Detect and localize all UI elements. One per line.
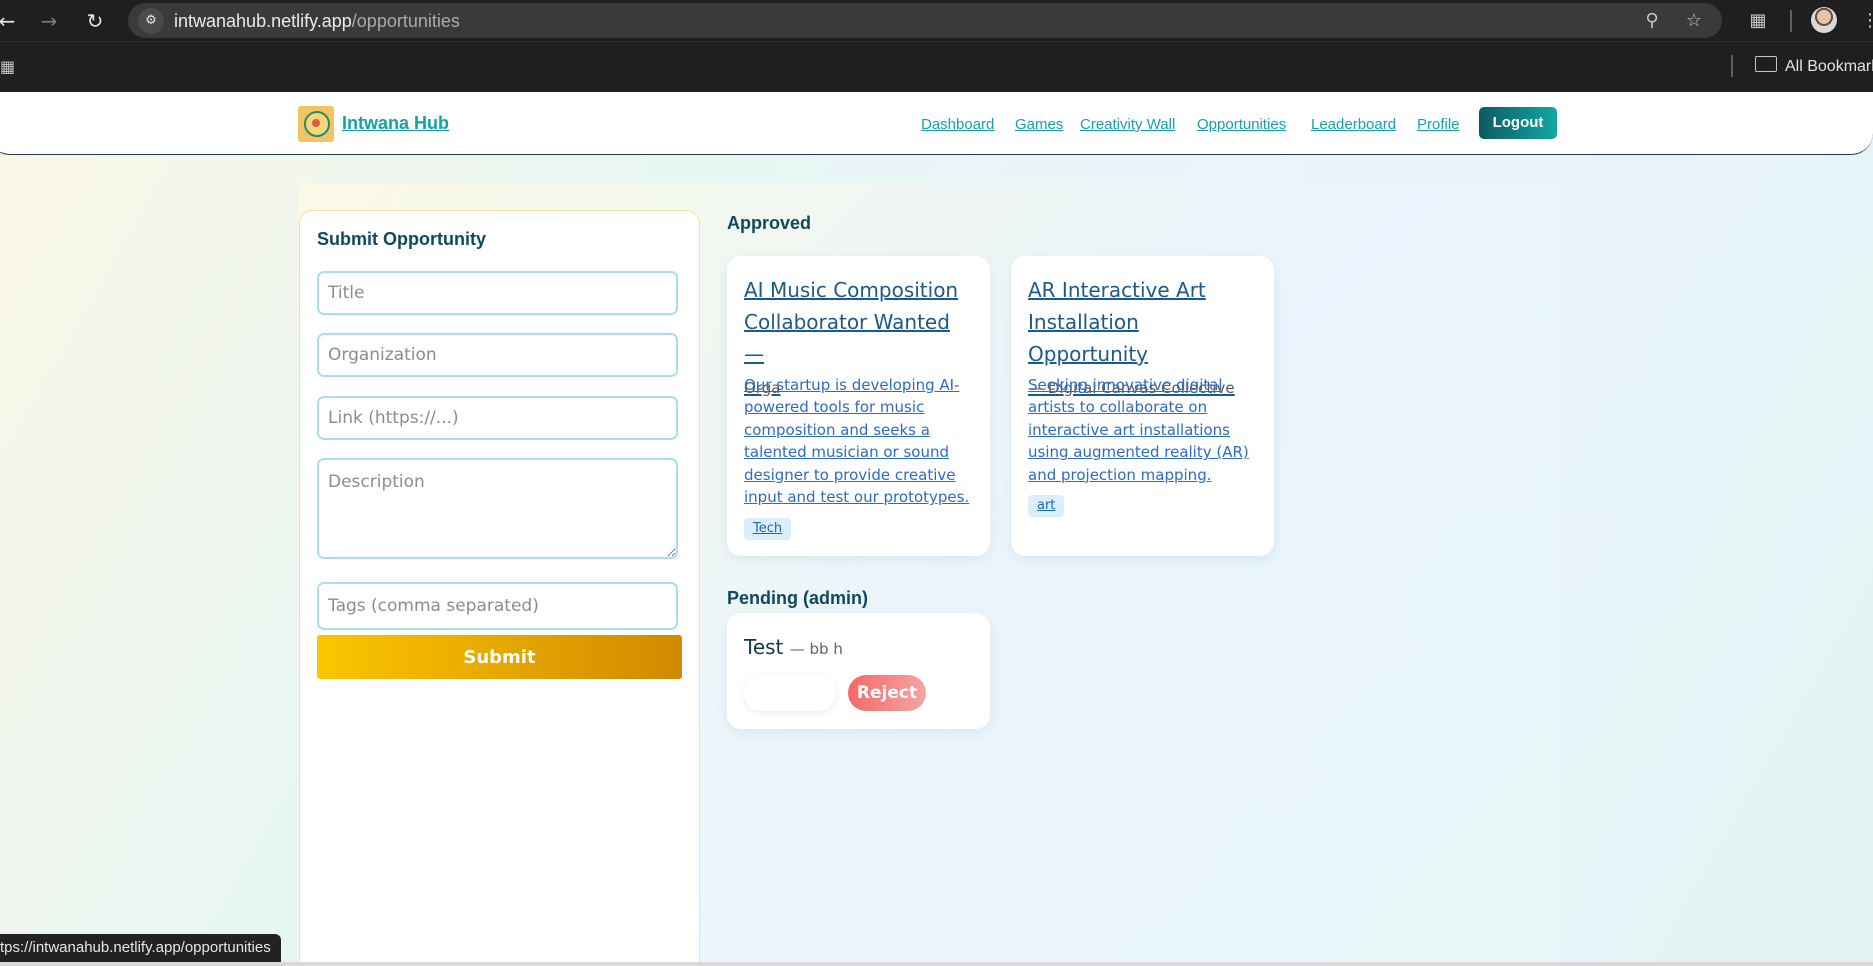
site-settings-icon[interactable]: ⚙ bbox=[138, 8, 164, 34]
approve-button[interactable] bbox=[744, 675, 836, 711]
tags-input[interactable] bbox=[317, 582, 678, 630]
link-input[interactable] bbox=[317, 396, 678, 440]
nav-leaderboard[interactable]: Leaderboard bbox=[1311, 116, 1396, 133]
browser-toolbar: ← → ↻ ⚙ intwanahub.netlify.app/opportuni… bbox=[0, 0, 1873, 41]
bookmarks-divider bbox=[1731, 55, 1733, 77]
submit-opportunity-card: Submit Opportunity Submit bbox=[299, 210, 700, 966]
all-bookmarks-button[interactable]: All Bookmark bbox=[1755, 56, 1873, 76]
profile-avatar[interactable] bbox=[1811, 7, 1837, 33]
opportunity-card[interactable]: AI Music Composition Collaborator Wanted … bbox=[727, 256, 990, 556]
opportunity-description[interactable]: Our startup is developing AI-powered too… bbox=[744, 374, 976, 508]
page-viewport: Intwana Hub Dashboard Games Creativity W… bbox=[0, 92, 1873, 966]
logo[interactable] bbox=[298, 106, 334, 142]
bookmarks-bar: ▦ All Bookmark bbox=[0, 41, 1873, 93]
nav-games[interactable]: Games bbox=[1015, 116, 1063, 133]
opportunity-description[interactable]: Seeking innovative digital artists to co… bbox=[1028, 374, 1260, 486]
url-path: /opportunities bbox=[351, 11, 460, 31]
opportunity-tag[interactable]: Tech bbox=[744, 518, 792, 540]
zoom-icon[interactable]: ⚲ bbox=[1640, 9, 1664, 33]
nav-creativity-wall[interactable]: Creativity Wall bbox=[1080, 116, 1175, 133]
back-icon[interactable]: ← bbox=[0, 8, 20, 34]
pending-title-text: Test bbox=[744, 635, 784, 659]
logout-button[interactable]: Logout bbox=[1479, 107, 1557, 139]
opportunity-title-line: AR Interactive Art bbox=[1028, 278, 1206, 302]
reload-icon[interactable]: ↻ bbox=[82, 8, 108, 34]
title-input[interactable] bbox=[317, 271, 678, 315]
menu-icon[interactable]: ⋮ bbox=[1857, 8, 1873, 34]
pending-heading: Pending (admin) bbox=[727, 588, 868, 608]
apps-grid-icon[interactable]: ▦ bbox=[0, 57, 15, 77]
forward-icon[interactable]: → bbox=[36, 8, 62, 34]
submit-button[interactable]: Submit bbox=[317, 635, 682, 679]
opportunity-title-line: AI Music Composition bbox=[744, 278, 959, 302]
title-dash: — bbox=[744, 342, 764, 366]
reject-button[interactable]: Reject bbox=[848, 675, 926, 711]
opportunity-card[interactable]: AR Interactive Art Installation Opportuni… bbox=[1011, 256, 1274, 556]
pending-item-title: Test — bb h bbox=[744, 635, 843, 659]
nav-dashboard[interactable]: Dashboard bbox=[921, 116, 994, 133]
url-text[interactable]: intwanahub.netlify.app/opportunities bbox=[174, 11, 460, 32]
folder-icon bbox=[1755, 56, 1777, 72]
logo-dot bbox=[312, 119, 320, 127]
nav-profile[interactable]: Profile bbox=[1417, 116, 1460, 133]
window-bottom-edge bbox=[0, 962, 1873, 966]
site-header: Intwana Hub Dashboard Games Creativity W… bbox=[0, 92, 1873, 155]
link-status-bar: tps://intwanahub.netlify.app/opportuniti… bbox=[0, 934, 281, 962]
approved-heading: Approved bbox=[727, 213, 812, 233]
url-host: intwanahub.netlify.app bbox=[174, 11, 352, 31]
address-bar[interactable]: ⚙ intwanahub.netlify.app/opportunities ⚲… bbox=[128, 3, 1722, 38]
form-title: Submit Opportunity bbox=[317, 229, 486, 249]
toolbar-divider bbox=[1790, 10, 1792, 32]
pending-card: Test — bb h Reject bbox=[727, 613, 990, 729]
organization-input[interactable] bbox=[317, 333, 678, 377]
description-textarea[interactable] bbox=[317, 458, 678, 559]
pending-org-text: — bb h bbox=[789, 640, 843, 658]
opportunity-title-line: Installation Opportunity bbox=[1028, 310, 1149, 366]
extensions-icon[interactable]: ▦ bbox=[1745, 8, 1771, 34]
bookmark-star-icon[interactable]: ☆ bbox=[1682, 9, 1706, 33]
brand-link[interactable]: Intwana Hub bbox=[342, 113, 449, 134]
opportunity-tag[interactable]: art bbox=[1028, 495, 1065, 517]
all-bookmarks-label: All Bookmark bbox=[1785, 58, 1873, 75]
opportunity-title-line: Collaborator Wanted bbox=[744, 310, 950, 334]
nav-opportunities[interactable]: Opportunities bbox=[1197, 116, 1286, 133]
